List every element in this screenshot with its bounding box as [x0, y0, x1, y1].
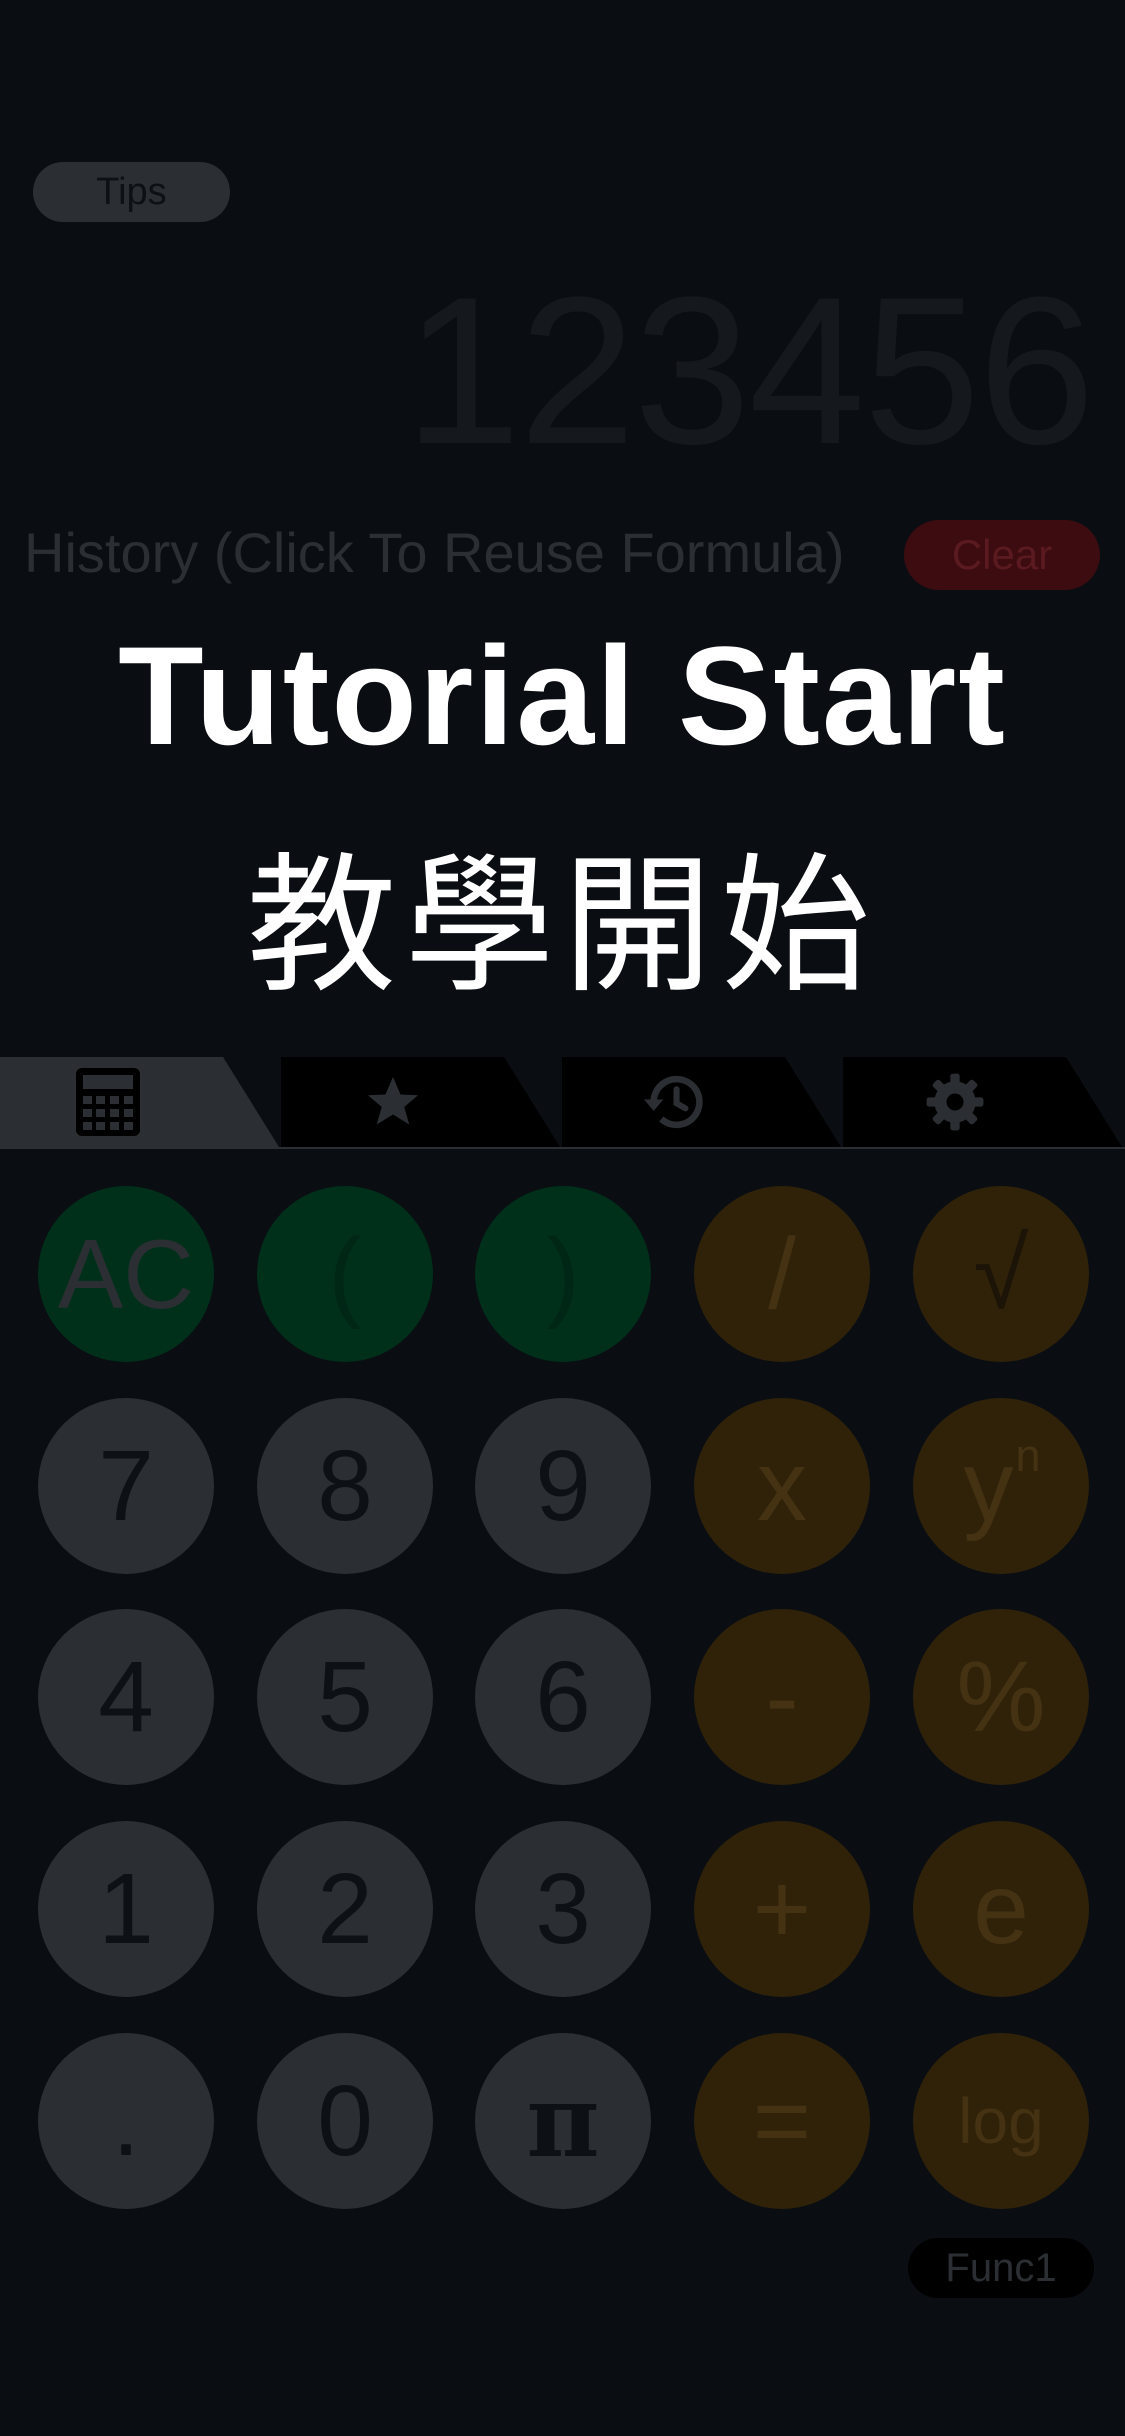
divide-button[interactable]: / [694, 1186, 870, 1362]
digit-3-button[interactable]: 3 [475, 1821, 651, 1997]
tab-bar [0, 1057, 1125, 1150]
gear-icon [926, 1073, 983, 1131]
digit-8-button[interactable]: 8 [257, 1398, 433, 1574]
function-page-toggle[interactable]: Func1 [908, 2238, 1094, 2298]
calculator-display: 123456 [404, 253, 1095, 488]
tab-calculator[interactable] [0, 1057, 215, 1147]
log-button[interactable]: log [913, 2033, 1089, 2209]
multiply-button[interactable]: x [694, 1398, 870, 1574]
power-button[interactable]: yn [913, 1398, 1089, 1574]
digit-9-button[interactable]: 9 [475, 1398, 651, 1574]
minus-button[interactable]: - [694, 1609, 870, 1785]
digit-4-button[interactable]: 4 [38, 1609, 214, 1785]
digit-0-button[interactable]: 0 [257, 2033, 433, 2209]
digit-2-button[interactable]: 2 [257, 1821, 433, 1997]
tab-bar-divider [0, 1147, 1125, 1149]
plus-button[interactable]: + [694, 1821, 870, 1997]
power-exponent-label: n [1015, 1430, 1041, 1481]
sqrt-button[interactable]: √ [913, 1186, 1089, 1362]
digit-5-button[interactable]: 5 [257, 1609, 433, 1785]
percent-button[interactable]: % [913, 1609, 1089, 1785]
close-paren-button[interactable]: ) [475, 1186, 651, 1362]
calculator-icon [75, 1068, 140, 1136]
digit-7-button[interactable]: 7 [38, 1398, 214, 1574]
history-label: History (Click To Reuse Formula) [24, 521, 845, 584]
tips-button[interactable]: Tips [33, 162, 230, 222]
tab-settings[interactable] [843, 1057, 1066, 1147]
star-icon [367, 1077, 418, 1125]
tutorial-title-en: Tutorial Start [118, 617, 1007, 774]
clear-all-button[interactable]: AC [38, 1186, 214, 1362]
euler-e-button[interactable]: e [913, 1821, 1089, 1997]
digit-6-button[interactable]: 6 [475, 1609, 651, 1785]
tab-history[interactable] [562, 1057, 785, 1147]
power-base-label: y [963, 1429, 1014, 1542]
decimal-point-button[interactable]: . [38, 2033, 214, 2209]
pi-button[interactable]: π [475, 2033, 651, 2209]
clear-history-button[interactable]: Clear [904, 520, 1100, 590]
tutorial-title-zh: 教學開始 [246, 840, 879, 1014]
open-paren-button[interactable]: ( [257, 1186, 433, 1362]
history-icon [643, 1075, 703, 1129]
equals-button[interactable]: = [694, 2033, 870, 2209]
digit-1-button[interactable]: 1 [38, 1821, 214, 1997]
tab-favorites[interactable] [281, 1057, 504, 1147]
